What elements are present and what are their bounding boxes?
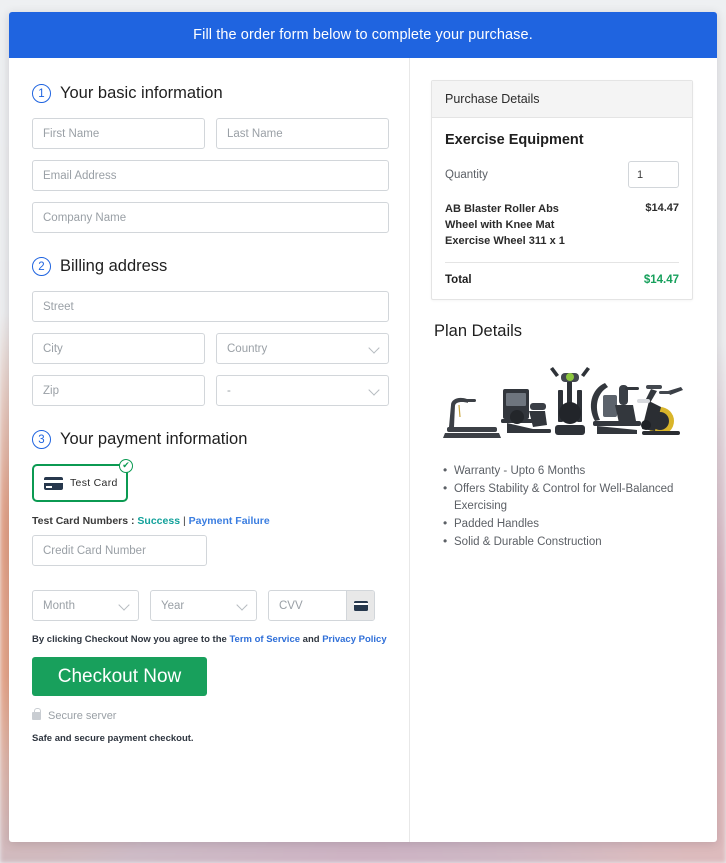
- quantity-row: Quantity 1: [445, 161, 679, 188]
- chevron-down-icon: [118, 598, 130, 611]
- state-select[interactable]: -: [216, 375, 389, 406]
- plan-feature-item: Offers Stability & Control for Well-Bala…: [443, 480, 693, 515]
- agreement-middle: and: [300, 634, 323, 645]
- expiry-cvv-row: Month Year CVV: [32, 590, 389, 621]
- purchase-details-header: Purchase Details: [432, 81, 692, 118]
- lock-icon: [32, 708, 42, 720]
- expiry-year-select[interactable]: Year: [150, 590, 257, 621]
- product-title: Exercise Equipment: [445, 132, 584, 148]
- test-numbers-prefix: Test Card Numbers :: [32, 515, 138, 527]
- cvv-help-button[interactable]: [346, 591, 374, 620]
- plan-feature-item: Padded Handles: [443, 515, 693, 533]
- test-card-numbers-line: Test Card Numbers : Success | Payment Fa…: [32, 515, 389, 527]
- last-name-input[interactable]: Last Name: [216, 118, 389, 149]
- expiry-month-value: Month: [43, 599, 75, 612]
- total-value: $14.47: [643, 273, 679, 286]
- form-column: 1 Your basic information First Name Last…: [9, 58, 410, 842]
- checkout-card: Fill the order form below to complete yo…: [9, 12, 717, 842]
- link-separator: |: [180, 515, 189, 527]
- email-row: Email Address: [32, 160, 389, 191]
- plan-features-list: Warranty - Upto 6 Months Offers Stabilit…: [431, 462, 693, 551]
- credit-card-icon: [44, 476, 63, 490]
- summary-column: Purchase Details Exercise Equipment Quan…: [410, 58, 717, 842]
- exercise-equipment-image: [437, 354, 687, 447]
- step-title-1: Your basic information: [60, 84, 223, 102]
- privacy-policy-link[interactable]: Privacy Policy: [322, 634, 386, 645]
- zip-input[interactable]: Zip: [32, 375, 205, 406]
- city-input[interactable]: City: [32, 333, 205, 364]
- payment-failure-link[interactable]: Payment Failure: [189, 515, 270, 527]
- safe-checkout-note: Safe and secure payment checkout.: [32, 733, 194, 744]
- agreement-prefix: By clicking Checkout Now you agree to th…: [32, 634, 230, 645]
- success-card-link[interactable]: Success: [137, 515, 180, 527]
- checkout-now-button[interactable]: Checkout Now: [32, 657, 207, 696]
- expiry-month-select[interactable]: Month: [32, 590, 139, 621]
- section-header-payment-information: 3 Your payment information: [32, 430, 389, 449]
- secure-server-label: Secure server: [48, 710, 117, 722]
- chevron-down-icon: [368, 341, 380, 354]
- card-number-row: Credit Card Number: [32, 535, 389, 579]
- section-header-basic-information: 1 Your basic information: [32, 84, 389, 103]
- city-country-row: City Country: [32, 333, 389, 364]
- plan-feature-item: Warranty - Upto 6 Months: [443, 462, 693, 480]
- step-number-1: 1: [32, 84, 51, 103]
- chevron-down-icon: [368, 383, 380, 396]
- section-header-billing-address: 2 Billing address: [32, 257, 389, 276]
- company-row: Company Name: [32, 202, 389, 233]
- chevron-down-icon: [236, 598, 248, 611]
- total-label: Total: [445, 273, 472, 286]
- banner: Fill the order form below to complete yo…: [9, 12, 717, 58]
- line-item-description: AB Blaster Roller Abs Wheel with Knee Ma…: [445, 203, 565, 247]
- step-title-2: Billing address: [60, 257, 168, 275]
- purchase-details-panel: Purchase Details Exercise Equipment Quan…: [431, 80, 693, 300]
- quantity-input[interactable]: 1: [628, 161, 679, 188]
- credit-card-icon: [353, 600, 368, 611]
- cvv-input[interactable]: CVV: [269, 600, 346, 612]
- name-row: First Name Last Name: [32, 118, 389, 149]
- quantity-label: Quantity: [445, 168, 488, 181]
- street-input[interactable]: Street: [32, 291, 389, 322]
- country-select-value: Country: [227, 342, 268, 355]
- line-item-row: AB Blaster Roller Abs Wheel with Knee Ma…: [445, 202, 679, 263]
- street-row: Street: [32, 291, 389, 322]
- country-select[interactable]: Country: [216, 333, 389, 364]
- state-select-value: -: [227, 384, 231, 397]
- step-number-2: 2: [32, 257, 51, 276]
- expiry-year-value: Year: [161, 599, 185, 612]
- secure-server-note: Secure server: [32, 708, 389, 722]
- terms-of-service-link[interactable]: Term of Service: [229, 634, 300, 645]
- credit-card-number-input[interactable]: Credit Card Number: [32, 535, 207, 566]
- card-body: 1 Your basic information First Name Last…: [9, 58, 717, 842]
- cvv-field[interactable]: CVV: [268, 590, 375, 621]
- step-title-3: Your payment information: [60, 430, 248, 448]
- step-number-3: 3: [32, 430, 51, 449]
- banner-message: Fill the order form below to complete yo…: [193, 27, 533, 43]
- purchase-details-body: Exercise Equipment Quantity 1 AB Blaster…: [432, 118, 692, 299]
- plan-details-title: Plan Details: [434, 321, 523, 340]
- plan-feature-item: Solid & Durable Construction: [443, 533, 693, 551]
- zip-state-row: Zip -: [32, 375, 389, 406]
- line-item-price: $14.47: [645, 202, 679, 214]
- test-card-option[interactable]: Test Card ✔: [32, 459, 133, 502]
- test-card-label: Test Card: [70, 477, 118, 489]
- total-row: Total $14.47: [445, 263, 679, 286]
- first-name-input[interactable]: First Name: [32, 118, 205, 149]
- email-input[interactable]: Email Address: [32, 160, 389, 191]
- company-input[interactable]: Company Name: [32, 202, 389, 233]
- check-circle-icon: ✔: [119, 459, 133, 473]
- agreement-text: By clicking Checkout Now you agree to th…: [32, 634, 389, 645]
